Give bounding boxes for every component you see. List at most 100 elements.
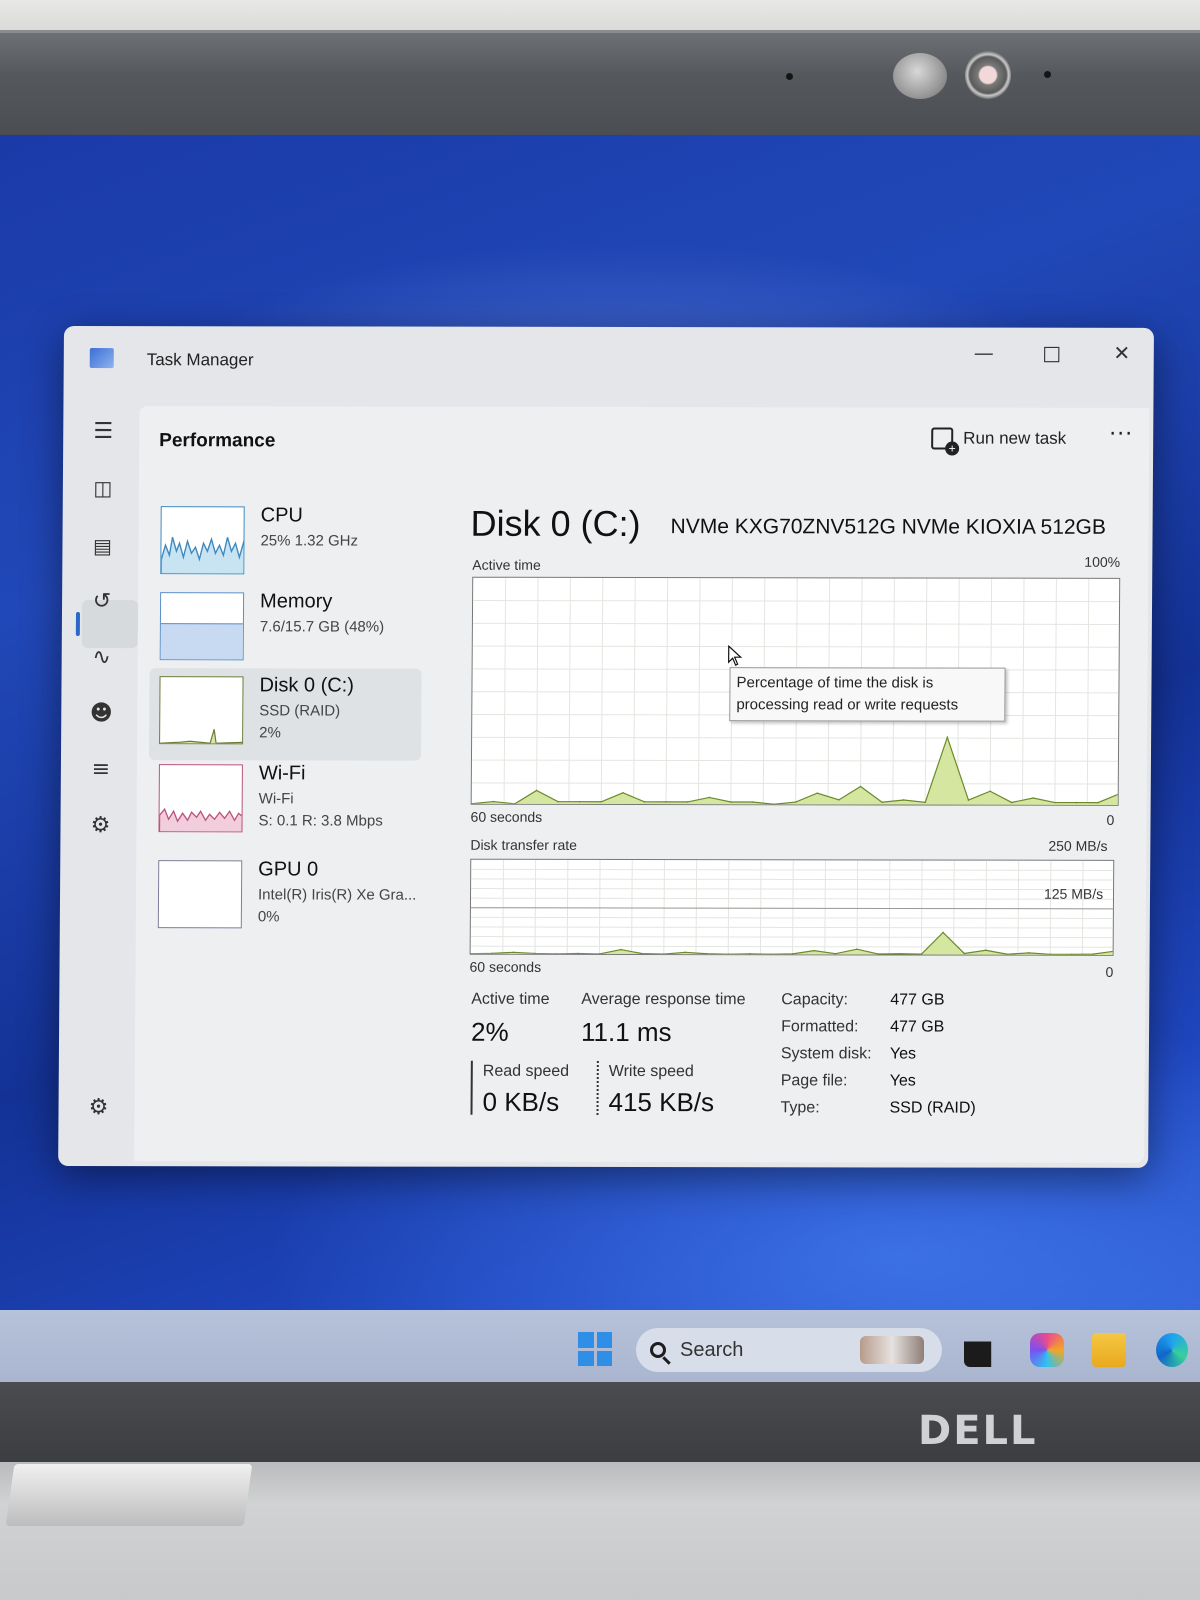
data-point [1118, 792, 1121, 795]
screen-bezel-top [0, 30, 1200, 138]
startup-apps-icon[interactable]: ∿ [88, 644, 116, 672]
data-point [492, 800, 495, 803]
stat-read-speed-label: Read speed [482, 1062, 570, 1080]
transfer-rate-graph [469, 858, 1115, 956]
data-point [838, 799, 840, 801]
minimize-icon[interactable]: — [964, 338, 1004, 368]
data-point [967, 799, 970, 801]
property-value: 477 GB [890, 1018, 945, 1036]
disk-thumbnail-graph [159, 676, 244, 745]
data-point [748, 953, 751, 955]
device-detail: SSD (RAID) [259, 702, 341, 720]
data-point [598, 953, 601, 955]
data-point [578, 800, 581, 803]
data-point [1097, 801, 1099, 804]
page-title: Performance [159, 430, 276, 452]
data-point [770, 953, 772, 956]
device-name: Disk 0 (C:) [259, 674, 355, 697]
start-button-windows-icon[interactable] [578, 1332, 612, 1366]
webcam [965, 51, 1011, 99]
processes-icon[interactable]: ◫ [89, 474, 117, 502]
stat-active-time-value: 2% [470, 1016, 509, 1047]
data-point [856, 948, 858, 950]
data-point [791, 953, 794, 955]
mouse-cursor-icon [728, 644, 744, 671]
stat-write-speed-label: Write speed [608, 1062, 694, 1081]
more-options-icon[interactable]: ··· [1109, 422, 1133, 447]
device-name: GPU 0 [258, 858, 319, 881]
data-point [1010, 801, 1013, 804]
data-point [622, 791, 624, 794]
maximize-icon[interactable]: □ [1032, 338, 1072, 368]
performance-page: Performance Run new task ··· CPU 25% 1.3… [134, 406, 1150, 1163]
data-point [794, 801, 797, 803]
stat-avg-response-value: 11.1 ms [580, 1016, 672, 1048]
active-time-label: Active time [472, 556, 541, 573]
device-item-wifi[interactable]: Wi-Fi Wi-Fi S: 0.1 R: 3.8 Mbps [148, 756, 421, 848]
graph-tooltip: Percentage of time the disk is processin… [729, 667, 1006, 722]
device-detail: Intel(R) Iris(R) Xe Gra... [257, 886, 417, 904]
device-item-gpu[interactable]: GPU 0 Intel(R) Iris(R) Xe Gra... 0% [148, 852, 421, 944]
data-point [512, 951, 515, 954]
data-point [1070, 953, 1073, 956]
settings-icon[interactable]: ⚙ [84, 1094, 112, 1122]
property-key: Capacity: [781, 991, 849, 1009]
app-history-icon[interactable]: ↺ [88, 588, 116, 616]
axis-zero-label: 0 [1105, 963, 1114, 980]
cpu-thumbnail-graph [160, 506, 245, 575]
data-point [705, 952, 708, 955]
data-point [663, 953, 665, 955]
data-point [1027, 952, 1030, 954]
data-point [963, 952, 966, 955]
stat-read-speed-value: 0 KB/s [482, 1086, 560, 1117]
data-point [946, 736, 949, 739]
file-explorer-icon[interactable] [1092, 1333, 1126, 1367]
device-item-cpu[interactable]: CPU 25% 1.32 GHz [150, 498, 423, 590]
device-usage: 0% [257, 908, 280, 926]
details-icon[interactable]: ≡ [87, 756, 115, 784]
gpu-thumbnail-graph [157, 860, 243, 929]
data-point [514, 802, 516, 805]
data-point [577, 952, 579, 955]
transfer-rate-mid: 125 MB/s [1043, 885, 1104, 902]
close-icon[interactable]: ✕ [1102, 338, 1142, 368]
run-new-task-button[interactable]: Run new task [931, 424, 1066, 454]
data-point [924, 801, 927, 804]
hamburger-menu-icon[interactable]: ☰ [89, 418, 117, 446]
data-point [665, 801, 667, 803]
data-point [555, 953, 558, 955]
property-value: 477 GB [890, 991, 945, 1009]
users-icon[interactable]: ☻ [87, 700, 115, 728]
data-point [1075, 801, 1078, 804]
data-point [1049, 953, 1052, 956]
data-point [708, 796, 711, 799]
title-bar[interactable]: Task Manager — □ ✕ [63, 326, 1153, 400]
write-speed-marker [596, 1060, 599, 1115]
data-point [534, 952, 536, 955]
data-point [620, 948, 622, 951]
device-item-disk[interactable]: Disk 0 (C:) SSD (RAID) 2% [148, 668, 422, 761]
microsoft-365-icon[interactable] [1030, 1333, 1064, 1367]
data-point [684, 951, 687, 954]
data-point [834, 952, 837, 955]
property-key: System disk: [780, 1045, 872, 1063]
data-point [881, 801, 883, 804]
edge-browser-icon[interactable] [1156, 1333, 1188, 1367]
data-point [491, 952, 493, 955]
services-icon[interactable]: ⚙ [86, 812, 114, 840]
performance-icon[interactable]: ▤ [88, 532, 116, 560]
search-highlight-image [860, 1336, 924, 1364]
memory-thumbnail-graph [159, 592, 245, 661]
data-point [859, 785, 862, 788]
sensor-dot [1044, 71, 1051, 78]
data-point [985, 949, 987, 952]
data-point [643, 801, 646, 803]
stat-avg-response-label: Average response time [581, 990, 746, 1009]
taskbar-search-box[interactable]: Search [636, 1328, 942, 1372]
device-item-memory[interactable]: Memory 7.6/15.7 GB (48%) [150, 584, 423, 676]
device-detail: Wi-Fi [258, 790, 294, 808]
data-point [1006, 953, 1009, 956]
read-speed-marker [470, 1060, 473, 1115]
device-usage: 2% [259, 724, 281, 742]
stat-write-speed-value: 415 KB/s [608, 1086, 715, 1118]
